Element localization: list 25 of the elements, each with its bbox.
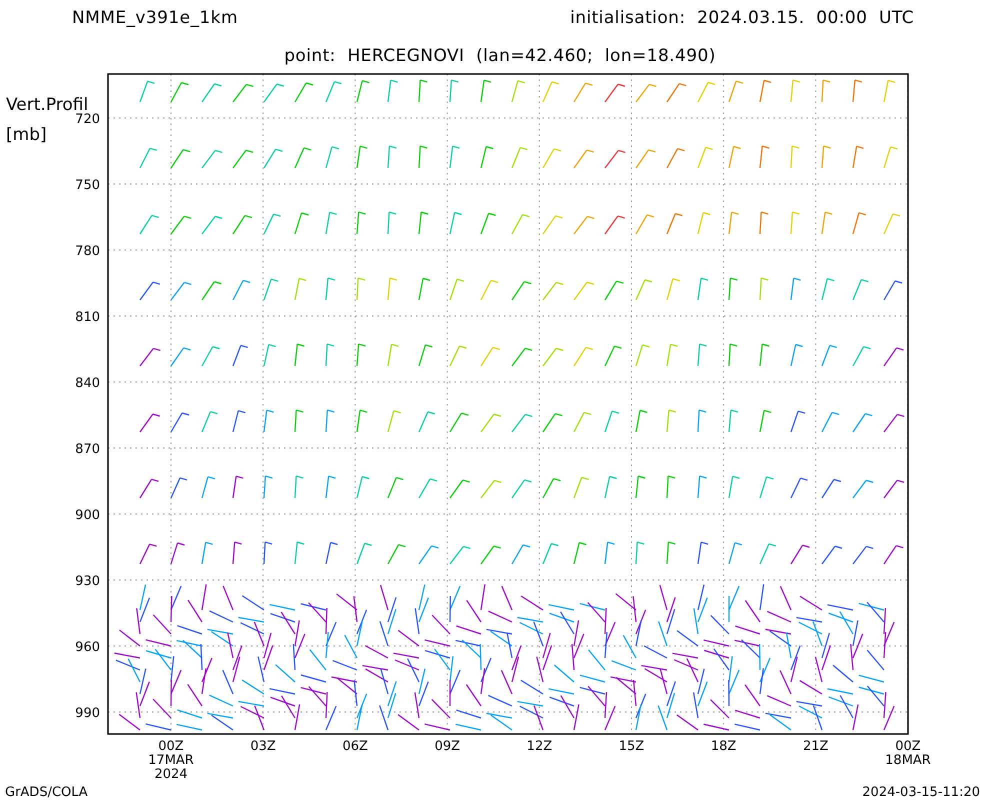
model-name: NMME_v391e_1km [72,7,238,30]
y-tick-label: 870 [75,442,100,457]
x-tick-label: 03Z [250,739,276,754]
y-tick-label: 990 [75,706,100,721]
x-tick-label: 18Z [710,739,736,754]
y-tick-label: 930 [75,574,100,589]
x-tick-label: 00Z 17MAR 2024 [148,739,194,782]
y-tick-label: 810 [75,310,100,325]
x-tick-label: 21Z [802,739,828,754]
y-tick-label: 960 [75,640,100,655]
footer-credit: GrADS/COLA [5,786,88,799]
x-tick-label: 00Z 18MAR [885,739,931,768]
y-tick-label: 900 [75,508,100,523]
y-tick-label: 780 [75,244,100,259]
x-tick-label: 09Z [434,739,460,754]
initialisation-time: initialisation: 2024.03.15. 00:00 UTC [570,7,914,30]
chart-title: point: HERCEGNOVI (lan=42.460; lon=18.490) [284,45,716,68]
y-tick-label: 720 [75,112,100,127]
footer-timestamp: 2024-03-15-11:20 [862,786,980,799]
x-tick-label: 06Z [342,739,368,754]
axis-unit: [mb] [6,125,47,145]
y-tick-label: 750 [75,178,100,193]
x-tick-label: 15Z [618,739,644,754]
x-tick-label: 12Z [526,739,552,754]
y-tick-label: 840 [75,376,100,391]
